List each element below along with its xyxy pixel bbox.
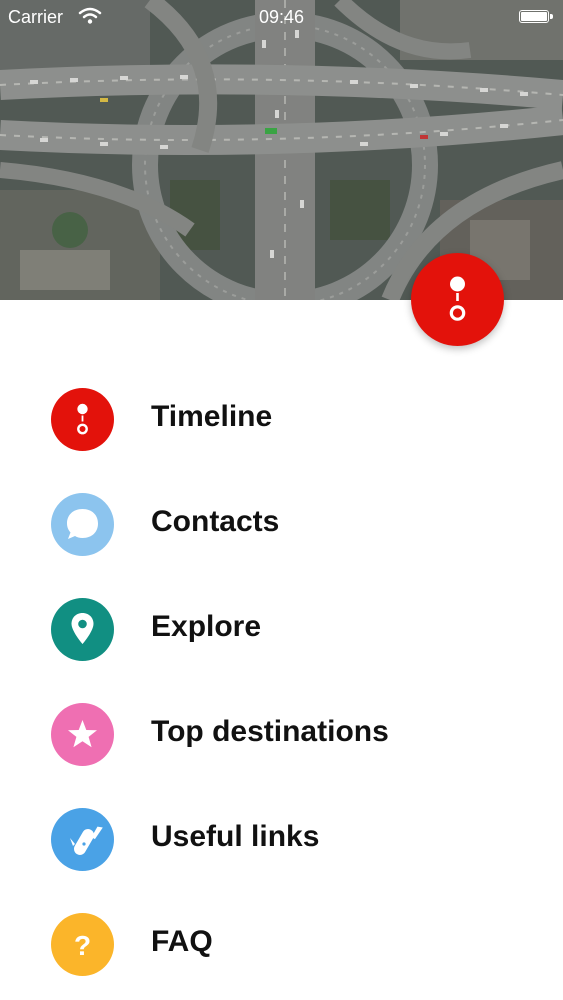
question-icon: ? [51,913,114,976]
menu-item-contacts[interactable]: Contacts [0,471,563,576]
menu-label-useful-links: Useful links [151,820,320,853]
menu-item-useful-links[interactable]: Useful links [0,786,563,891]
map-pin-icon [51,598,114,661]
star-icon [51,703,114,766]
status-bar: Carrier 09:46 [0,0,563,34]
timeline-icon [449,276,466,321]
menu-label-contacts: Contacts [151,505,280,538]
menu-label-faq: FAQ [151,925,213,958]
menu-item-top-destinations[interactable]: Top destinations [0,681,563,786]
swiss-knife-icon [51,808,114,871]
main-menu: Timeline Contacts Explore Top destinatio… [0,366,563,996]
menu-item-faq[interactable]: ? FAQ [0,891,563,996]
menu-item-explore[interactable]: Explore [0,576,563,681]
menu-item-timeline[interactable]: Timeline [0,366,563,471]
timeline-icon [51,388,114,451]
timeline-fab-button[interactable] [411,253,504,346]
battery-icon [519,10,553,23]
clock-label: 09:46 [258,7,305,27]
chat-bubble-icon [51,493,114,556]
menu-label-explore: Explore [151,610,262,643]
svg-text:?: ? [74,930,91,961]
menu-label-timeline: Timeline [151,400,273,433]
menu-label-top-destinations: Top destinations [151,715,389,748]
